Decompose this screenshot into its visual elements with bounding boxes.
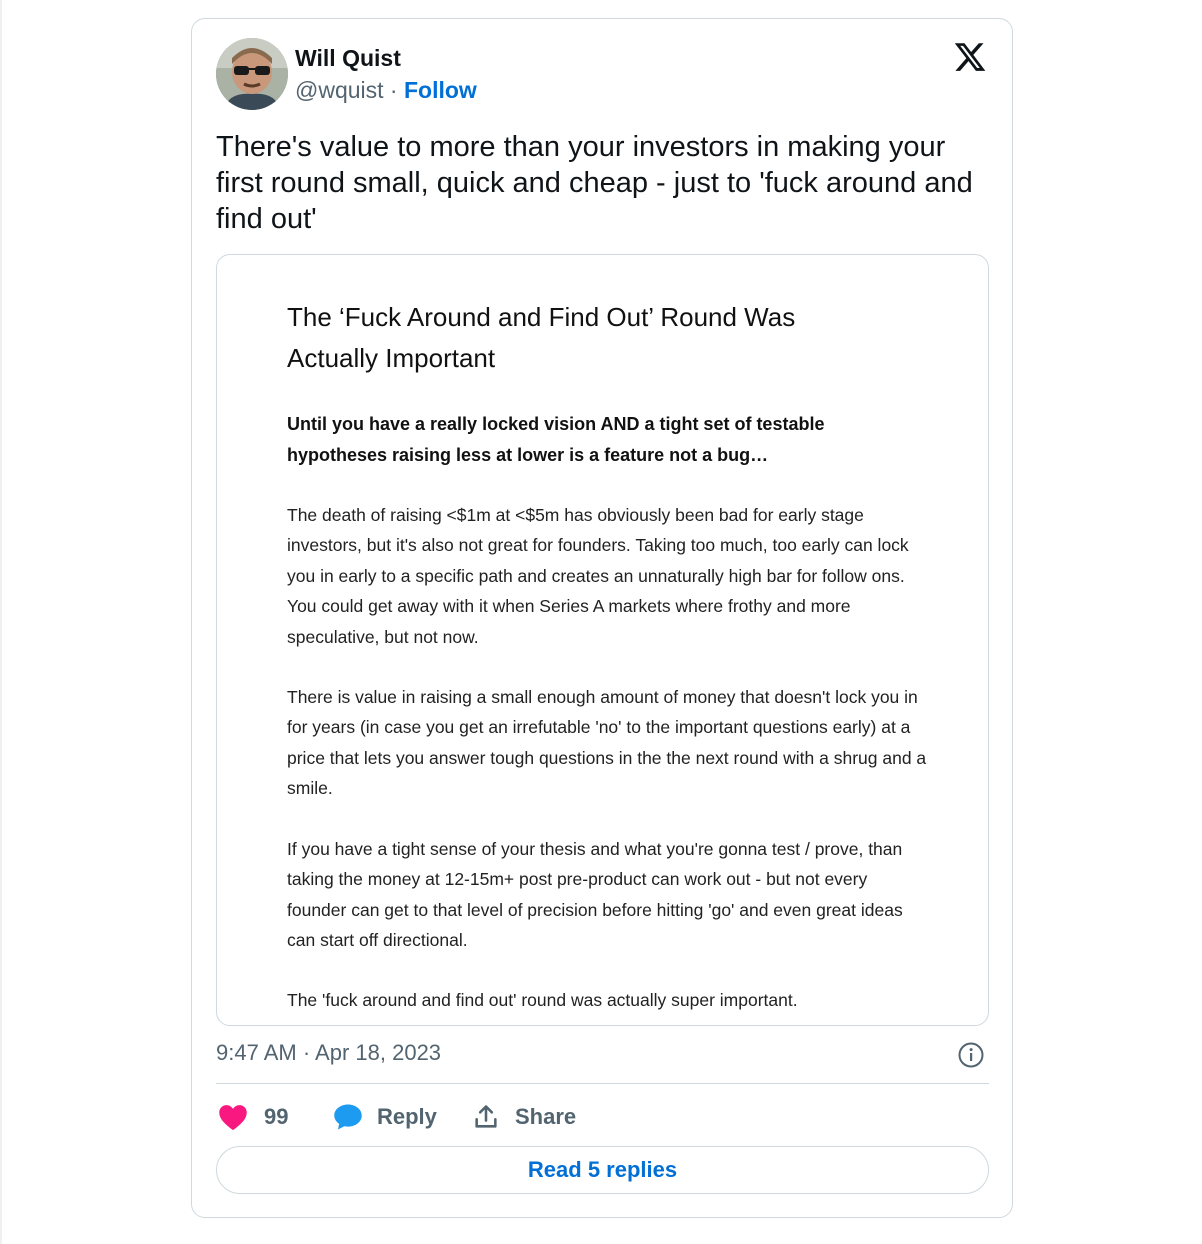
like-button[interactable]: 99 [218, 1100, 288, 1134]
article-subtitle: Until you have a really locked vision AN… [287, 414, 825, 465]
author-handle[interactable]: @wquist [295, 77, 384, 103]
like-count: 99 [264, 1104, 289, 1129]
heart-icon [219, 1105, 247, 1131]
share-label: Share [515, 1104, 577, 1129]
article-paragraph: The 'fuck around and find out' round was… [287, 990, 798, 1010]
author-name[interactable]: Will Quist [295, 45, 401, 72]
article-paragraph: There is value in raising a small enough… [287, 687, 927, 799]
embedded-article-image[interactable]: The ‘Fuck Around and Find Out’ Round Was… [216, 254, 989, 1026]
page-edge [0, 0, 2, 1244]
follow-link[interactable]: Follow [404, 77, 477, 103]
avatar-photo [216, 38, 288, 110]
speech-bubble-icon [334, 1104, 362, 1130]
tweet-text: There's value to more than your investor… [216, 131, 973, 235]
article-paragraph: The death of raising <$1m at <$5m has ob… [287, 505, 909, 647]
divider [216, 1083, 989, 1084]
reply-label: Reply [377, 1104, 437, 1129]
share-button[interactable]: Share [472, 1100, 576, 1134]
handle-separator: · [383, 77, 404, 103]
read-replies-button[interactable]: Read 5 replies [216, 1146, 989, 1194]
tweet-timestamp[interactable]: 9:47 AM · Apr 18, 2023 [216, 1040, 441, 1066]
share-arrow-icon [475, 1105, 497, 1128]
info-icon[interactable] [958, 1042, 984, 1068]
reply-button[interactable]: Reply [333, 1100, 437, 1134]
article-title: The ‘Fuck Around and Find Out’ Round Was… [287, 302, 796, 373]
article-paragraph: If you have a tight sense of your thesis… [287, 839, 903, 951]
author-handle-line: @wquist · Follow [295, 77, 477, 104]
avatar[interactable] [216, 38, 288, 110]
x-logo-icon[interactable] [953, 40, 987, 74]
